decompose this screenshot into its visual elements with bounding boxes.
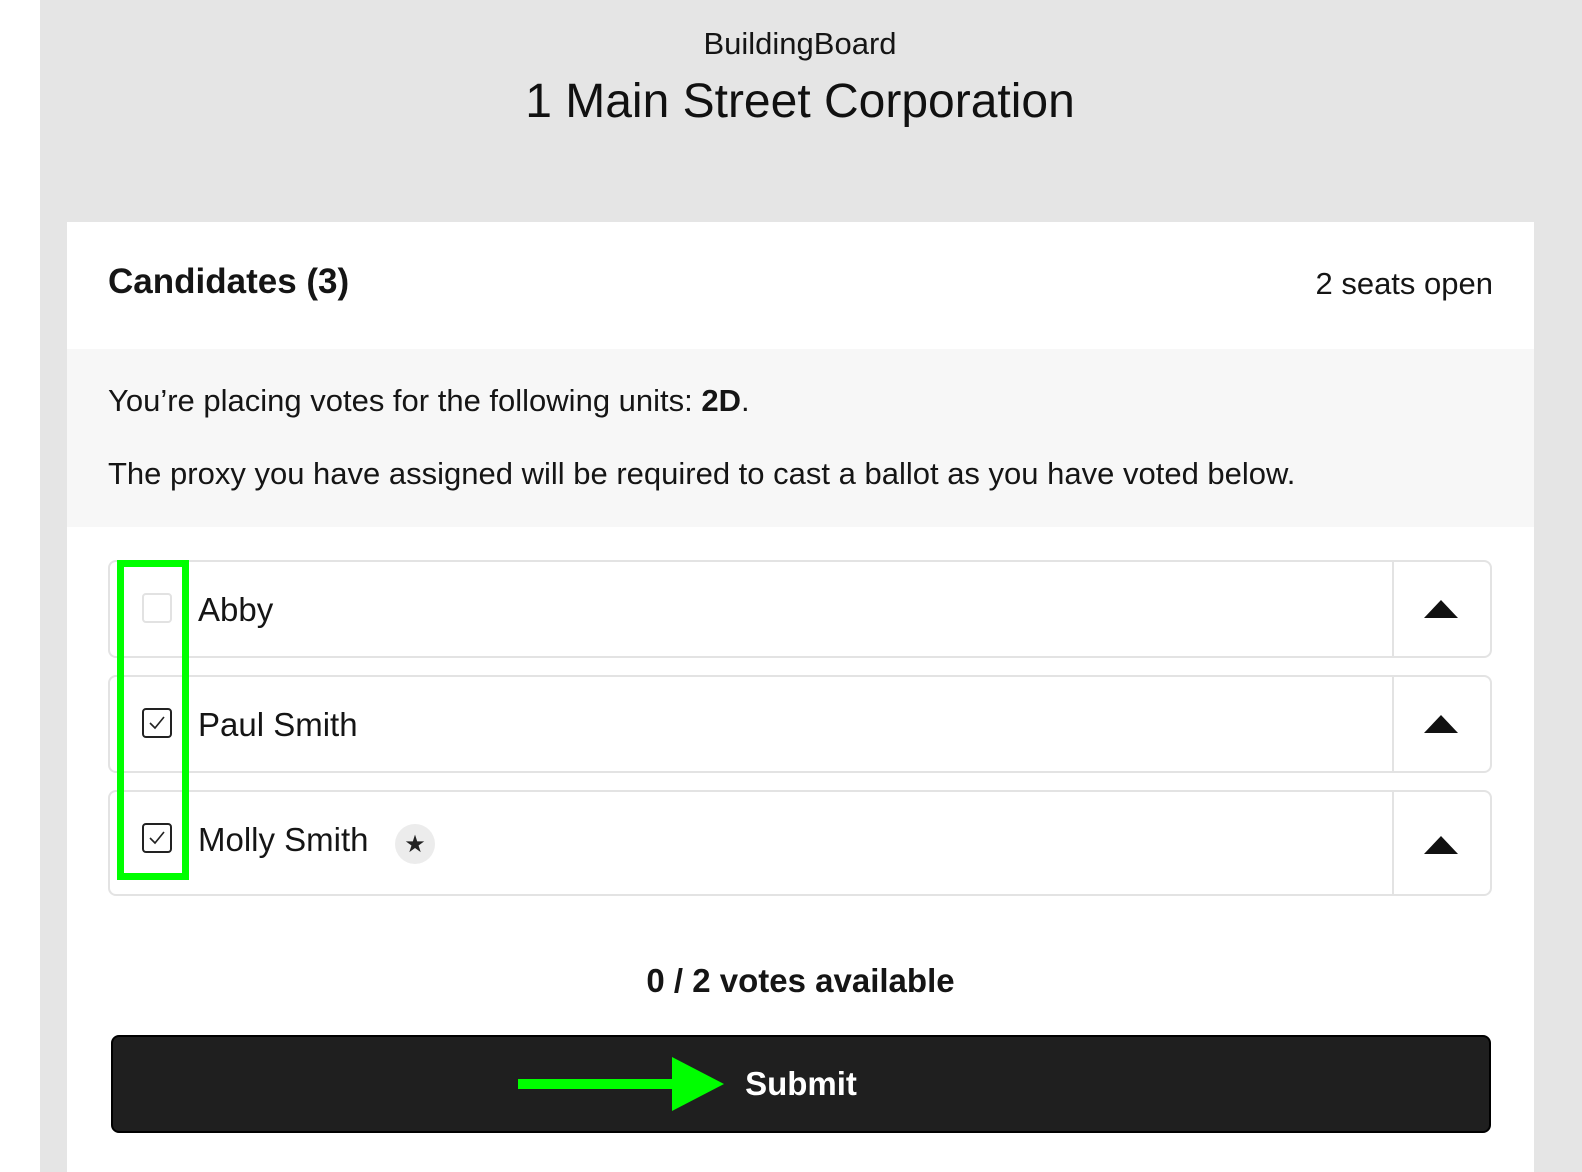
- candidate-row-abby[interactable]: Abby: [108, 560, 1492, 658]
- candidate-row-molly-smith[interactable]: Molly Smith ★: [108, 790, 1492, 896]
- candidate-name: Molly Smith: [198, 821, 369, 858]
- candidate-name: Abby: [198, 591, 274, 628]
- expand-toggle-button[interactable]: [1394, 562, 1490, 656]
- submit-button[interactable]: Submit: [111, 1035, 1491, 1133]
- chevron-up-icon: [1424, 836, 1458, 854]
- votes-available-counter: 0 / 2 votes available: [646, 962, 955, 999]
- page-title: 1 Main Street Corporation: [525, 75, 1075, 128]
- expand-toggle-button[interactable]: [1394, 677, 1490, 771]
- star-icon: ★: [395, 824, 435, 864]
- proxy-requirement-text: The proxy you have assigned will be requ…: [108, 456, 1296, 491]
- chevron-up-icon: [1424, 600, 1458, 618]
- candidates-heading: Candidates (3): [108, 262, 350, 301]
- expand-toggle-button[interactable]: [1394, 792, 1490, 894]
- seats-open-label: 2 seats open: [1315, 266, 1493, 301]
- units-notice-prefix: You’re placing votes for the following u…: [108, 383, 702, 418]
- units-notice: You’re placing votes for the following u…: [108, 383, 750, 419]
- arrow-right-icon: [518, 1057, 724, 1111]
- brand-name: BuildingBoard: [703, 26, 897, 61]
- proxy-notice: You’re placing votes for the following u…: [67, 349, 1534, 527]
- candidates-card: Candidates (3) 2 seats open You’re placi…: [67, 222, 1534, 1172]
- unit-label: 2D: [701, 383, 742, 418]
- checkbox-highlight-annotation: [117, 560, 189, 880]
- units-notice-suffix: .: [741, 383, 750, 418]
- candidate-row-paul-smith[interactable]: Paul Smith: [108, 675, 1492, 773]
- chevron-up-icon: [1424, 715, 1458, 733]
- candidate-name: Paul Smith: [198, 706, 358, 743]
